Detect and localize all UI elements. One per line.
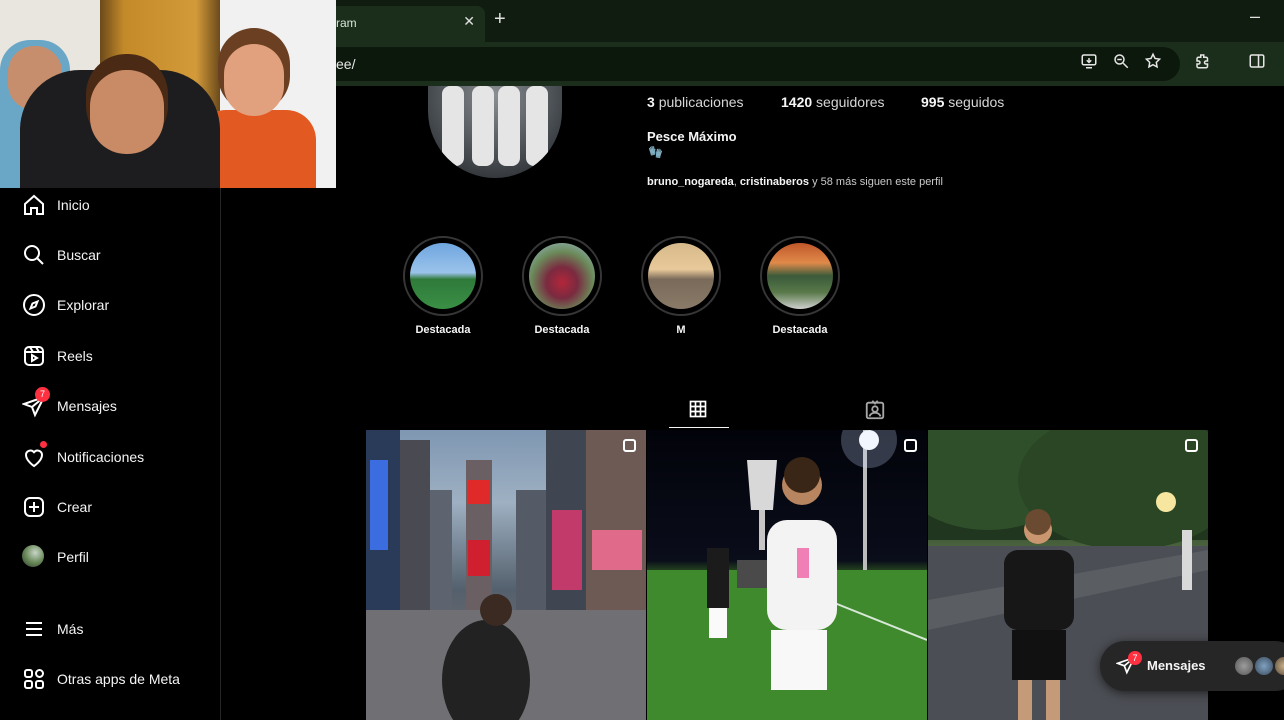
- side-panel-icon[interactable]: [1248, 52, 1270, 74]
- active-tab-indicator: [669, 427, 729, 428]
- highlight-ring: [403, 236, 483, 316]
- followed-by[interactable]: bruno_nogareda, cristinaberos y 58 más s…: [647, 176, 943, 188]
- tab-close-icon[interactable]: ✕: [463, 13, 475, 30]
- avatar: [1274, 656, 1284, 676]
- post-thumbnail[interactable]: [647, 430, 927, 720]
- highlight-item[interactable]: Destacada: [522, 236, 604, 346]
- sidebar-item-perfil[interactable]: Perfil: [0, 540, 221, 580]
- sidebar-item-buscar[interactable]: Buscar: [0, 238, 221, 278]
- install-app-icon[interactable]: [1080, 52, 1102, 74]
- highlight-item[interactable]: Destacada: [403, 236, 485, 346]
- follower-username[interactable]: cristinaberos: [740, 176, 809, 188]
- post-image-times-square: [366, 430, 646, 720]
- sidebar-item-otras-apps[interactable]: Otras apps de Meta: [0, 662, 221, 702]
- sidebar-item-label: Explorar: [57, 297, 110, 313]
- sidebar-item-crear[interactable]: Crear: [0, 490, 221, 530]
- highlight-item[interactable]: Destacada: [760, 236, 842, 346]
- sidebar-item-label: Más: [57, 621, 84, 637]
- sidebar-item-label: Mensajes: [57, 398, 117, 414]
- posts-count-label: publicaciones: [658, 94, 744, 110]
- tab-tagged[interactable]: [864, 399, 888, 423]
- carousel-icon: [1185, 439, 1198, 452]
- tab-title: ram: [336, 16, 357, 30]
- sidebar-item-label: Otras apps de Meta: [57, 671, 180, 687]
- posts-count-value: 3: [647, 94, 655, 110]
- sidebar-item-label: Inicio: [57, 197, 90, 213]
- followers-link[interactable]: 1420 seguidores: [781, 94, 885, 110]
- profile-avatar: [22, 545, 46, 569]
- sidebar-item-mensajes[interactable]: 7 Mensajes: [0, 387, 221, 429]
- highlight-label: Destacada: [534, 324, 590, 336]
- highlight-label: Destacada: [772, 324, 828, 336]
- profile-name: Pesce Máximo: [647, 129, 737, 144]
- following-label: seguidos: [948, 94, 1005, 110]
- sidebar-item-label: Buscar: [57, 247, 101, 263]
- tab-posts[interactable]: [669, 396, 729, 430]
- follower-username[interactable]: bruno_nogareda: [647, 176, 734, 188]
- highlight-label: M: [676, 324, 686, 336]
- sidebar-nav: Inicio Buscar Explorar Reels 7 Mensajes …: [0, 188, 221, 720]
- sidebar-item-reels[interactable]: Reels: [0, 339, 221, 379]
- sidebar-item-label: Reels: [57, 348, 93, 364]
- highlight-label: Destacada: [415, 324, 471, 336]
- post-thumbnail[interactable]: [366, 430, 646, 720]
- url-text[interactable]: ee/: [336, 56, 355, 72]
- reels-icon: [22, 344, 46, 368]
- following-count-value: 995: [921, 94, 945, 110]
- profile-picture[interactable]: [428, 86, 562, 178]
- messages-badge: 7: [35, 387, 50, 402]
- followed-by-rest: y 58 más siguen este perfil: [809, 176, 943, 188]
- sidebar-item-label: Perfil: [57, 549, 89, 565]
- sidebar-item-explorar[interactable]: Explorar: [0, 288, 221, 328]
- messages-pill-label: Mensajes: [1147, 658, 1206, 673]
- sidebar-item-notificaciones[interactable]: Notificaciones: [0, 440, 221, 480]
- heart-icon: [22, 445, 46, 469]
- highlight-ring: [522, 236, 602, 316]
- tagged-user-icon: [865, 400, 885, 420]
- new-tab-button[interactable]: +: [494, 8, 506, 31]
- webcam-overlay: [0, 0, 336, 188]
- highlight-ring: [641, 236, 721, 316]
- sidebar-item-label: Notificaciones: [57, 449, 145, 465]
- bookmark-star-icon[interactable]: [1144, 52, 1166, 74]
- menu-icon: [22, 617, 46, 641]
- carousel-icon: [623, 439, 636, 452]
- notification-dot: [40, 441, 47, 448]
- grid-icon: [688, 399, 710, 421]
- posts-count: 3 publicaciones: [647, 94, 744, 110]
- highlight-ring: [760, 236, 840, 316]
- meta-apps-icon: [22, 667, 46, 691]
- post-image-trophy: [647, 430, 927, 720]
- window-minimize-button[interactable]: –: [1250, 6, 1260, 27]
- messages-badge: 7: [1128, 651, 1142, 665]
- carousel-icon: [904, 439, 917, 452]
- floating-messages-button[interactable]: 7 Mensajes: [1100, 641, 1284, 691]
- bio-emoji: 🧤: [648, 145, 663, 159]
- search-icon: [22, 243, 46, 267]
- extensions-icon[interactable]: [1194, 52, 1216, 74]
- zoom-icon[interactable]: [1112, 52, 1134, 74]
- plus-square-icon: [22, 495, 46, 519]
- followers-label: seguidores: [816, 94, 885, 110]
- avatar: [1234, 656, 1254, 676]
- home-icon: [22, 193, 46, 217]
- highlight-item[interactable]: M: [641, 236, 723, 346]
- followers-count-value: 1420: [781, 94, 813, 110]
- address-bar[interactable]: ee/: [300, 47, 1180, 81]
- webcam-person-center: [20, 70, 220, 188]
- sidebar-item-mas[interactable]: Más: [0, 612, 221, 652]
- following-link[interactable]: 995 seguidos: [921, 94, 1004, 110]
- sidebar-item-label: Crear: [57, 499, 93, 515]
- sidebar-item-inicio[interactable]: Inicio: [0, 188, 221, 228]
- avatar: [1254, 656, 1274, 676]
- compass-icon: [22, 293, 46, 317]
